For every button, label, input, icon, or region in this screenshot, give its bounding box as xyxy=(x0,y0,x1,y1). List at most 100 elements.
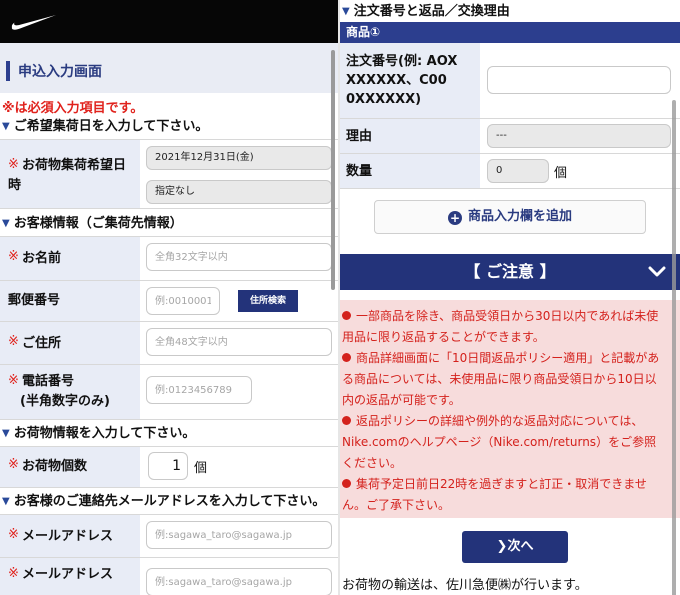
name-input[interactable] xyxy=(146,243,332,271)
notice-header[interactable]: 【 ご注意 】 xyxy=(340,254,680,290)
notice-title: 【 ご注意 】 xyxy=(464,262,556,281)
email-label: メールアドレス xyxy=(22,529,114,544)
triangle-icon: ▼ xyxy=(342,6,350,17)
right-form-panel: ▼ 注文番号と返品／交換理由 商品① 注文番号(例: AOX XXXXXX、C00… xyxy=(340,0,680,595)
next-button[interactable]: ❯次へ xyxy=(462,531,568,563)
package-count-input[interactable]: 1 xyxy=(148,452,188,480)
bullet-icon xyxy=(342,479,351,488)
add-product-button[interactable]: + 商品入力欄を追加 xyxy=(374,200,646,234)
package-count-label: お荷物個数 xyxy=(22,459,88,474)
chevron-down-icon[interactable] xyxy=(648,263,666,281)
postal-row: 郵便番号 住所検索 xyxy=(0,281,338,322)
pickup-date-label-cell: ※ お荷物集荷希望日 時 xyxy=(0,140,140,208)
quantity-select[interactable]: 0 xyxy=(487,159,549,183)
page-title: 申込入力画面 xyxy=(18,64,102,80)
required-asterisk: ※ xyxy=(8,334,19,349)
address-input[interactable] xyxy=(146,328,332,356)
email-input[interactable] xyxy=(146,521,332,549)
reason-select[interactable]: --- xyxy=(487,124,671,148)
order-section-label: 注文番号と返品／交換理由 xyxy=(353,4,510,19)
notice-line: 一部商品を除き、商品受領日から30日以内であれば未使 xyxy=(356,309,659,323)
package-section-heading: ▼ お荷物情報を入力して下さい。 xyxy=(0,424,338,447)
chevron-right-icon: ❯ xyxy=(496,539,508,554)
address-label: ご住所 xyxy=(22,336,62,351)
left-form-panel: 申込入力画面 ※は必須入力項目です。 ▼ ご希望集荷日を入力して下さい。 ※ お荷… xyxy=(0,0,338,595)
order-number-label-cell: 注文番号(例: AOX XXXXXX、C00 0XXXXXX) xyxy=(340,43,480,118)
pickup-date-row: ※ お荷物集荷希望日 時 2021年12月31日(金) 指定なし xyxy=(0,140,338,209)
package-unit: 個 xyxy=(194,461,208,476)
notice-body: 一部商品を除き、商品受領日から30日以内であれば未使用品に限り返品することができ… xyxy=(340,300,680,518)
email-confirm-label-cell: ※ メールアドレス xyxy=(0,558,140,595)
name-label-cell: ※ お名前 xyxy=(0,237,140,280)
email-row: ※ メールアドレス xyxy=(0,515,338,558)
notice-line: 返品ポリシーの詳細や例外的な返品対応については、 xyxy=(356,414,644,428)
address-search-button[interactable]: 住所検索 xyxy=(238,290,298,312)
triangle-icon: ▼ xyxy=(2,218,10,229)
email-confirm-input[interactable] xyxy=(146,568,332,595)
package-count-label-cell: ※ お荷物個数 xyxy=(0,447,140,487)
postal-code-input[interactable] xyxy=(146,287,220,315)
pickup-date-label: お荷物集荷希望日 xyxy=(22,158,127,173)
notice-line: 集荷予定日前日22時を過ぎますと訂正・取消できませ xyxy=(356,477,647,491)
required-asterisk: ※ xyxy=(8,566,19,581)
required-asterisk: ※ xyxy=(8,249,19,264)
reason-label-cell: 理由 xyxy=(340,119,480,153)
phone-label: 電話番号 xyxy=(22,374,75,389)
phone-row: ※ 電話番号 (半角数字のみ) xyxy=(0,365,338,420)
email-label-cell: ※ メールアドレス xyxy=(0,515,140,557)
customer-section-heading: ▼ お客様情報（ご集荷先情報） xyxy=(0,214,338,237)
email-section-heading: ▼ お客様のご連絡先メールアドレスを入力して下さい。 xyxy=(0,492,338,515)
pickup-section-label: ご希望集荷日を入力して下さい。 xyxy=(13,119,209,134)
notice-line: 商品詳細画面に「10日間返品ポリシー適用」と記載があ xyxy=(356,351,660,365)
plus-circle-icon: + xyxy=(447,211,462,225)
bullet-icon xyxy=(342,311,351,320)
add-product-label: 商品入力欄を追加 xyxy=(467,209,572,224)
order-number-label-line3: 0XXXXXX) xyxy=(346,92,422,107)
package-section-label: お荷物情報を入力して下さい。 xyxy=(13,426,196,441)
required-fields-note: ※は必須入力項目です。 xyxy=(2,101,144,116)
address-label-cell: ※ ご住所 xyxy=(0,322,140,364)
email-confirm-label: メールアドレス xyxy=(22,567,114,582)
address-row: ※ ご住所 xyxy=(0,322,338,365)
triangle-icon: ▼ xyxy=(2,428,10,439)
title-accent-bar xyxy=(6,61,10,81)
name-label: お名前 xyxy=(22,251,62,266)
email-confirm-row: ※ メールアドレス xyxy=(0,558,338,595)
notice-line: Nike.comのヘルプページ（Nike.com/returns）をご参照 xyxy=(342,435,657,449)
notice-line: 内の返品が可能です。 xyxy=(342,393,461,407)
product-header: 商品① xyxy=(340,22,680,43)
pickup-section-heading: ▼ ご希望集荷日を入力して下さい。 xyxy=(0,117,338,140)
package-count-row: ※ お荷物個数 1 個 xyxy=(0,447,338,488)
customer-section-label: お客様情報（ご集荷先情報） xyxy=(13,216,183,231)
notice-item-2: 商品詳細画面に「10日間返品ポリシー適用」と記載があ る商品については、未使用品に… xyxy=(342,348,680,411)
order-number-label-line1: 注文番号(例: AOX xyxy=(346,54,458,69)
email-section-label: お客様のご連絡先メールアドレスを入力して下さい。 xyxy=(13,494,326,509)
triangle-icon: ▼ xyxy=(2,121,10,132)
shipping-note: お荷物の輸送は、佐川急便㈱が行います。 xyxy=(342,578,588,593)
notice-line: ください。 xyxy=(342,456,403,470)
pickup-date-label-line2: 時 xyxy=(8,178,22,193)
phone-label-cell: ※ 電話番号 (半角数字のみ) xyxy=(0,365,140,419)
order-number-label-line2: XXXXXX、C00 xyxy=(346,73,447,88)
nike-swoosh-icon xyxy=(11,15,57,30)
phone-input[interactable] xyxy=(146,376,252,404)
quantity-label: 数量 xyxy=(346,164,373,179)
next-label: 次へ xyxy=(507,539,534,554)
pickup-date-select[interactable]: 2021年12月31日(金) xyxy=(146,146,332,170)
bullet-icon xyxy=(342,416,351,425)
notice-item-3: 返品ポリシーの詳細や例外的な返品対応については、 Nike.comのヘルプページ（… xyxy=(342,411,680,474)
left-scrollbar[interactable] xyxy=(331,50,335,290)
reason-row: 理由 --- xyxy=(340,119,680,154)
right-scrollbar[interactable] xyxy=(672,100,676,595)
quantity-label-cell: 数量 xyxy=(340,154,480,188)
notice-line: ん。ご了承下さい。 xyxy=(342,498,451,512)
required-asterisk: ※ xyxy=(8,457,19,472)
triangle-icon: ▼ xyxy=(2,496,10,507)
required-asterisk: ※ xyxy=(8,373,19,388)
postal-label: 郵便番号 xyxy=(8,293,61,308)
order-number-input[interactable] xyxy=(487,66,671,94)
notice-item-1: 一部商品を除き、商品受領日から30日以内であれば未使用品に限り返品することができ… xyxy=(342,306,680,348)
notice-line: 用品に限り返品することができます。 xyxy=(342,330,545,344)
pickup-time-select[interactable]: 指定なし xyxy=(146,180,332,204)
order-number-row: 注文番号(例: AOX XXXXXX、C00 0XXXXXX) xyxy=(340,43,680,119)
